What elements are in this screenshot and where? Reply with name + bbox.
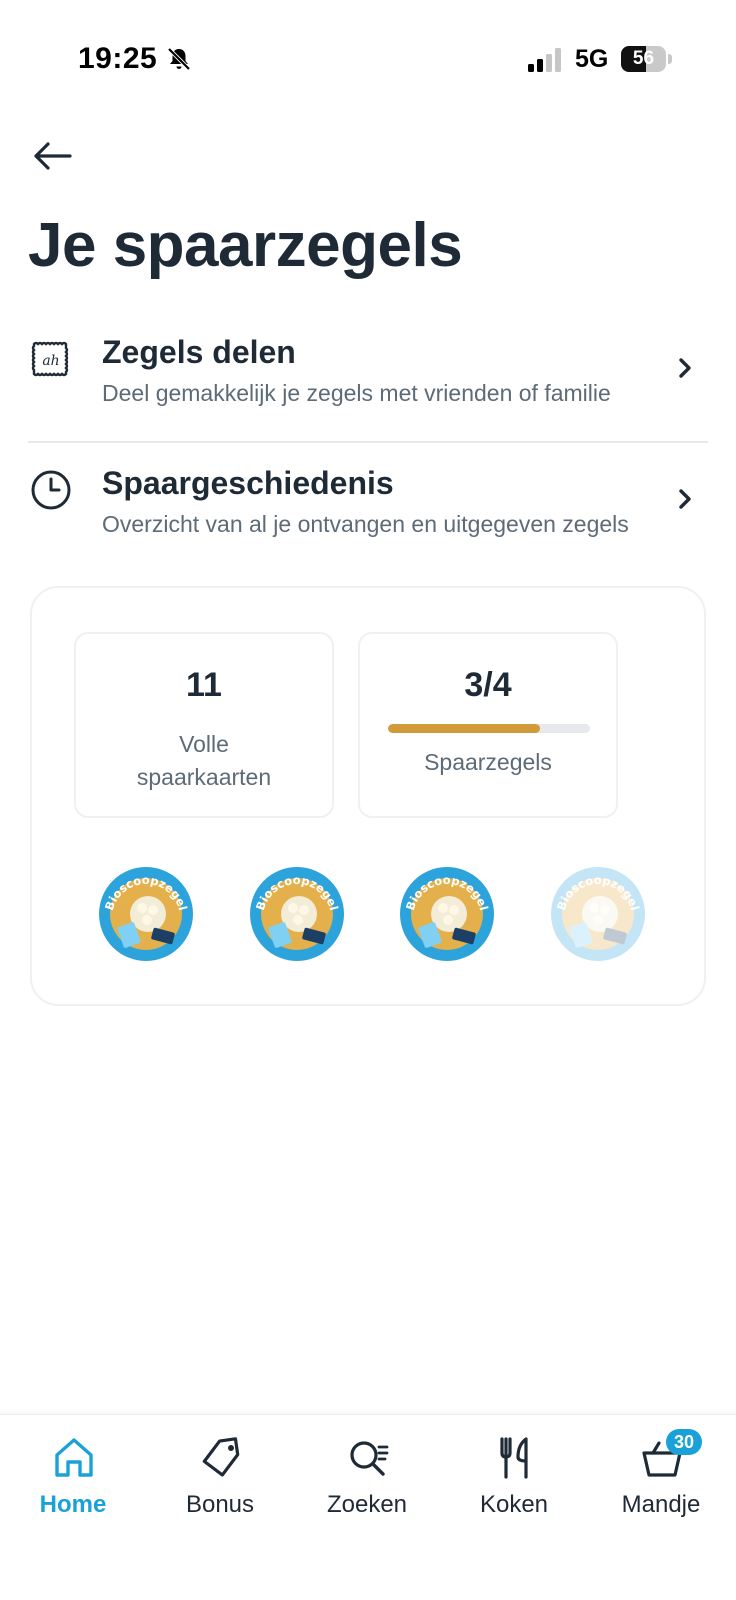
nav-label: Zoeken bbox=[326, 1491, 408, 1518]
cinema-stamp-icon: Bioscoopzegel bbox=[99, 867, 193, 961]
nav-zoeken[interactable]: Zoeken bbox=[302, 1435, 432, 1535]
signal-icon bbox=[528, 48, 561, 72]
nav-label: Home bbox=[39, 1491, 107, 1518]
chevron-right-icon bbox=[679, 358, 691, 378]
full-cards-label: Volle spaarkaarten bbox=[136, 731, 272, 790]
divider bbox=[28, 441, 708, 443]
chevron-right-icon bbox=[679, 489, 691, 509]
cutlery-icon bbox=[500, 1437, 528, 1479]
cinema-stamp-collected: Bioscoopzegel bbox=[399, 866, 495, 962]
stamps-progress-bar bbox=[388, 724, 590, 733]
stamps-progress-tile: 3/4 Spaarzegels bbox=[358, 632, 618, 818]
menu-item-title: Zegels delen bbox=[102, 334, 296, 370]
savings-summary-card: 11 Volle spaarkaarten 3/4 Spaarzegels Bi… bbox=[30, 586, 706, 1006]
cart-count-badge: 30 bbox=[666, 1429, 702, 1455]
nav-mandje[interactable]: 30 Mandje bbox=[596, 1429, 726, 1535]
stamps-count: 3/4 bbox=[464, 666, 512, 704]
cinema-stamp-icon: Bioscoopzegel bbox=[400, 867, 494, 961]
clock-icon bbox=[31, 470, 71, 510]
cinema-stamp-icon: Bioscoopzegel bbox=[250, 867, 344, 961]
bell-muted-icon bbox=[167, 47, 191, 71]
menu-item-subtitle: Deel gemakkelijk je zegels met vrienden … bbox=[102, 380, 611, 406]
nav-bonus[interactable]: Bonus bbox=[155, 1435, 285, 1535]
status-time: 19:25 bbox=[78, 42, 158, 75]
cinema-stamp-icon: Bioscoopzegel bbox=[551, 867, 645, 961]
battery-icon: 56 bbox=[621, 46, 672, 72]
svg-text:ah: ah bbox=[42, 353, 59, 369]
nav-koken[interactable]: Koken bbox=[449, 1435, 579, 1535]
menu-item-title: Spaargeschiedenis bbox=[102, 465, 394, 501]
ah-stamp-icon: ah bbox=[31, 341, 69, 377]
arrow-left-icon bbox=[34, 142, 72, 170]
nav-label: Mandje bbox=[621, 1491, 701, 1518]
cinema-stamp-collected: Bioscoopzegel bbox=[249, 866, 345, 962]
stamps-label: Spaarzegels bbox=[424, 749, 552, 775]
menu-item-zegels-delen[interactable]: ah Zegels delen Deel gemakkelijk je zege… bbox=[28, 334, 708, 454]
menu-item-subtitle: Overzicht van al je ontvangen en uitgege… bbox=[102, 511, 629, 537]
tag-icon bbox=[202, 1437, 240, 1477]
stamps-progress-fill bbox=[388, 724, 540, 733]
cinema-stamp-empty: Bioscoopzegel bbox=[550, 866, 646, 962]
page-title: Je spaarzegels bbox=[28, 211, 463, 280]
stamp-row: Bioscoopzegel Bioscoopzegel Bioscoopzegel B… bbox=[98, 866, 646, 966]
menu-item-spaargeschiedenis[interactable]: Spaargeschiedenis Overzicht van al je on… bbox=[28, 465, 708, 585]
bottom-navigation: Home Bonus Zoeken Koken 30 Mandje bbox=[0, 1414, 736, 1600]
nav-label: Koken bbox=[479, 1491, 549, 1518]
home-icon bbox=[55, 1438, 93, 1477]
cinema-stamp-collected: Bioscoopzegel bbox=[98, 866, 194, 962]
battery-level: 56 bbox=[632, 48, 655, 69]
back-button[interactable] bbox=[28, 134, 76, 178]
nav-home[interactable]: Home bbox=[8, 1435, 138, 1535]
search-icon bbox=[350, 1441, 389, 1476]
nav-label: Bonus bbox=[185, 1491, 255, 1518]
network-type: 5G bbox=[575, 45, 609, 73]
status-bar: 19:25 5G 56 bbox=[0, 0, 736, 120]
full-cards-count: 11 bbox=[186, 666, 222, 704]
full-cards-tile: 11 Volle spaarkaarten bbox=[74, 632, 334, 818]
